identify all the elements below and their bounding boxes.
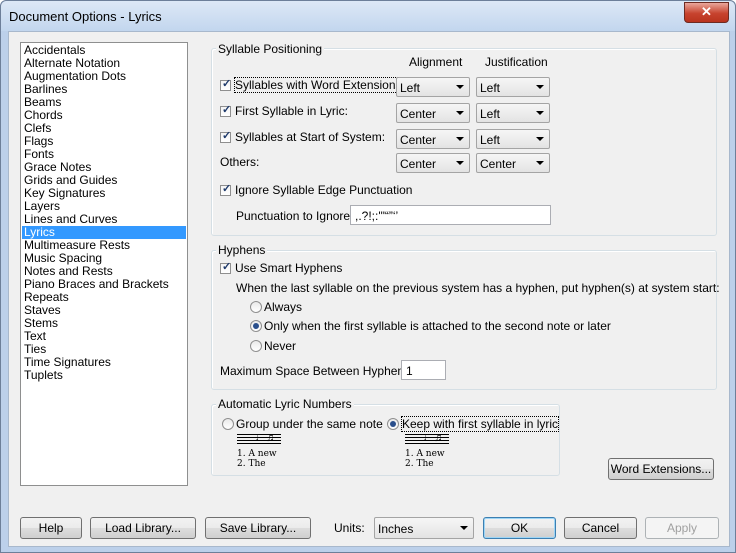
alignment-header: Alignment (409, 55, 463, 69)
radio-dot-icon (253, 323, 259, 329)
dialog-client: Accidentals Alternate Notation Augmentat… (8, 31, 730, 547)
chevron-down-icon (456, 85, 464, 89)
help-button[interactable]: Help (20, 517, 82, 539)
chevron-down-icon (536, 161, 544, 165)
select-value: Center (400, 107, 437, 121)
keep-example-line2: 2. The (405, 459, 434, 469)
others-label: Others: (220, 155, 260, 169)
hyphen-description: When the last syllable on the previous s… (236, 281, 720, 295)
select-value: Left (480, 133, 501, 147)
notes-icon: ♩♫ (255, 432, 275, 444)
hyphen-only-when-radio[interactable] (250, 320, 262, 332)
chevron-down-icon (456, 161, 464, 165)
punctuation-to-ignore-label: Punctuation to Ignore: (236, 209, 354, 223)
keep-with-first-syllable-radio[interactable] (387, 418, 399, 430)
select-value: Center (480, 157, 517, 171)
group-example-image: ♩♫ 1. A new 2. The (237, 432, 297, 469)
load-library-button[interactable]: Load Library... (90, 517, 196, 539)
chevron-down-icon (456, 137, 464, 141)
sidebar-item-tuplets[interactable]: Tuplets (22, 369, 186, 382)
title-bar: Document Options - Lyrics ✕ (1, 1, 735, 31)
others-justification-select[interactable]: Center (476, 153, 550, 173)
first-syllable-alignment-select[interactable]: Center (396, 103, 470, 123)
sidebar-item-text[interactable]: Text (22, 330, 186, 343)
max-space-input[interactable]: 1 (401, 360, 446, 380)
keep-with-first-syllable-label: Keep with first syllable in lyric (400, 416, 560, 432)
group-example-line1: 1. A new (237, 449, 277, 459)
smart-hyphens-label: Use Smart Hyphens (235, 261, 343, 275)
smart-hyphens-checkbox[interactable]: ✓ (220, 261, 232, 274)
group-under-note-radio[interactable] (222, 418, 234, 430)
units-select[interactable]: Inches (374, 517, 474, 539)
hyphen-never-label: Never (264, 339, 297, 353)
input-value: 1 (406, 364, 413, 378)
sidebar-item-stems[interactable]: Stems (22, 317, 186, 330)
check-icon: ✓ (222, 261, 232, 273)
others-alignment-select[interactable]: Center (396, 153, 470, 173)
start-of-system-justification-select[interactable]: Left (476, 129, 550, 149)
select-value: Center (400, 157, 437, 171)
hyphen-only-when-label: Only when the first syllable is attached… (264, 319, 611, 333)
dialog-window: Document Options - Lyrics ✕ Accidentals … (0, 0, 736, 553)
close-button[interactable]: ✕ (684, 2, 729, 23)
start-of-system-checkbox[interactable]: ✓ (220, 130, 232, 143)
cancel-button[interactable]: Cancel (564, 517, 637, 539)
justification-header: Justification (485, 55, 548, 69)
first-syllable-checkbox[interactable]: ✓ (220, 104, 232, 117)
check-icon: ✓ (222, 183, 232, 195)
chevron-down-icon (536, 137, 544, 141)
start-of-system-label: Syllables at Start of System: (235, 130, 386, 144)
group-under-note-label: Group under the same note (236, 417, 383, 431)
chevron-down-icon (456, 111, 464, 115)
notes-icon: ♩♫ (423, 432, 443, 444)
check-icon: ✓ (222, 130, 232, 142)
check-icon: ✓ (222, 104, 232, 116)
word-extensions-button[interactable]: Word Extensions... (608, 458, 714, 480)
hyphen-always-label: Always (264, 300, 303, 314)
hyphen-always-radio[interactable] (250, 301, 262, 313)
input-value: ,.?!;:'"“”‘’ (355, 209, 399, 223)
close-icon: ✕ (701, 4, 712, 19)
chevron-down-icon (536, 85, 544, 89)
word-extensions-alignment-select[interactable]: Left (396, 77, 470, 97)
hyphen-never-radio[interactable] (250, 340, 262, 352)
first-syllable-justification-select[interactable]: Left (476, 103, 550, 123)
word-extensions-label: Syllables with Word Extensions: (234, 77, 406, 93)
apply-button[interactable]: Apply (645, 517, 719, 539)
category-list[interactable]: Accidentals Alternate Notation Augmentat… (20, 42, 188, 486)
select-value: Left (480, 81, 501, 95)
punctuation-to-ignore-input[interactable]: ,.?!;:'"“”‘’ (350, 205, 551, 225)
start-of-system-alignment-select[interactable]: Center (396, 129, 470, 149)
select-value: Center (400, 133, 437, 147)
syllable-positioning-label: Syllable Positioning (216, 42, 325, 56)
chevron-down-icon (536, 111, 544, 115)
check-icon: ✓ (222, 78, 232, 90)
max-space-label: Maximum Space Between Hyphens: (220, 364, 414, 378)
units-label: Units: (334, 521, 365, 535)
first-syllable-label: First Syllable in Lyric: (235, 104, 348, 118)
select-value: Left (480, 107, 501, 121)
hyphens-label: Hyphens (216, 243, 268, 257)
save-library-button[interactable]: Save Library... (205, 517, 311, 539)
ignore-edge-punctuation-label: Ignore Syllable Edge Punctuation (235, 183, 413, 197)
word-extensions-justification-select[interactable]: Left (476, 77, 550, 97)
word-extensions-checkbox[interactable]: ✓ (220, 78, 232, 91)
ignore-edge-punctuation-checkbox[interactable]: ✓ (220, 183, 232, 196)
lyric-numbers-label: Automatic Lyric Numbers (216, 397, 354, 411)
select-value: Left (400, 81, 421, 95)
radio-dot-icon (390, 421, 396, 427)
select-value: Inches (378, 522, 414, 536)
ok-button[interactable]: OK (483, 517, 556, 539)
keep-example-image: ♩♫ 1. A new 2. The (405, 432, 465, 469)
window-title: Document Options - Lyrics (9, 9, 162, 24)
chevron-down-icon (460, 526, 468, 530)
group-example-line2: 2. The (237, 459, 266, 469)
keep-example-line1: 1. A new (405, 449, 445, 459)
